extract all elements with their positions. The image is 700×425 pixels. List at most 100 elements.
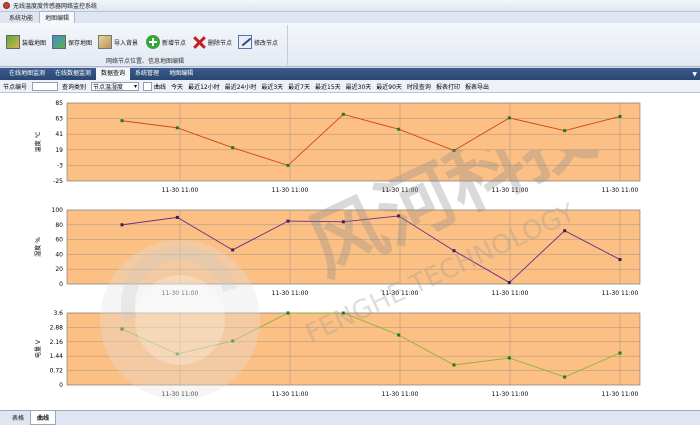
query-type-value: 节点温湿度 [93,83,124,91]
temperature-y-tick: 63 [55,116,63,123]
temperature-x-tick: 11-30 11:00 [602,187,639,194]
tab-online-data[interactable]: 在线数据监测 [50,68,96,80]
range-3d[interactable]: 最近3天 [261,82,283,91]
temperature-y-tick: 41 [55,131,63,138]
humidity-x-tick: 11-30 11:00 [602,290,639,297]
app-icon [3,2,10,9]
charts-area: 85 63 41 19 -3 -25 11-30 11:00 11-30 11:00 11-30… [0,93,700,410]
custom-range-button[interactable]: 时段查询 [407,82,431,91]
humidity-point-0 [120,223,124,227]
bottom-tabs: 表格 曲线 [0,410,700,425]
save-map-button[interactable]: 保存地图 [52,30,92,54]
voltage-y-tick: 2.88 [50,324,64,331]
edit-icon [238,35,252,49]
humidity-x-tick: 11-30 11:00 [272,290,309,297]
save-map-label: 保存地图 [68,39,93,47]
temperature-y-tick: -3 [57,162,63,169]
humidity-y-tick: 40 [55,251,63,258]
temperature-point-9 [618,114,622,118]
voltage-plot-area [66,312,641,386]
voltage-point-2 [231,339,235,343]
temperature-point-0 [120,119,124,123]
humidity-point-9 [618,258,622,262]
sub-tabs: 在线地图监测 在线数据监测 数据查询 系统管理 地图编辑 ▼ [0,68,700,80]
humidity-x-tick: 11-30 11:00 [382,290,419,297]
voltage-y-tick: 0 [59,382,63,389]
window-title: 无线温度度传感器网络监控系统 [13,3,98,10]
range-15d[interactable]: 最近15天 [315,82,341,91]
range-24h[interactable]: 最近24小时 [225,82,257,91]
save-map-icon [52,35,66,49]
humidity-point-2 [231,248,235,252]
humidity-point-3 [286,219,290,223]
map-edit-group: 装载地图 保存地图 导入背景 新增节点 删除节点 修改节点 网络节点位置、信息地… [2,25,288,65]
temperature-point-2 [231,146,235,150]
print-report-button[interactable]: 报表打印 [436,82,460,91]
tab-table[interactable]: 表格 [6,411,30,425]
charts-svg: 85 63 41 19 -3 -25 11-30 11:00 11-30 11:00 11-30… [34,100,641,398]
humidity-point-4 [341,220,345,224]
humidity-point-1 [175,215,179,219]
tab-online-map[interactable]: 在线地图监测 [4,68,50,80]
voltage-y-tick: 0.72 [50,368,64,375]
temperature-x-tick: 11-30 11:00 [272,187,309,194]
load-map-icon [6,35,20,49]
curve-label: 曲线 [154,83,167,91]
range-7d[interactable]: 最近7天 [288,82,310,91]
temperature-y-label: 温度 ℃ [34,131,42,152]
voltage-x-tick: 11-30 11:00 [162,391,199,398]
temperature-x-tick: 11-30 11:00 [382,187,419,194]
add-node-label: 新增节点 [162,39,187,47]
ribbon-tab-map-edit[interactable]: 地图编辑 [39,11,76,23]
temperature-point-4 [341,112,345,116]
humidity-point-8 [563,229,567,233]
node-number-input[interactable] [32,81,59,91]
temperature-y-tick: 19 [55,147,63,154]
temperature-y-tick: 85 [55,100,63,107]
voltage-point-5 [397,333,401,337]
voltage-x-tick: 11-30 11:00 [492,391,529,398]
range-12h[interactable]: 最近12小时 [188,82,220,91]
voltage-x-tick: 11-30 11:00 [382,391,419,398]
temperature-point-5 [397,127,401,131]
humidity-point-5 [397,214,401,218]
collapse-icon[interactable]: ▼ [692,71,697,78]
load-map-button[interactable]: 装载地图 [6,30,46,54]
ribbon-tabs: 系统功能 地图编辑 [0,11,700,23]
temperature-plot-area [66,102,641,182]
tab-data-query[interactable]: 数据查询 [96,68,131,80]
ribbon-tab-system[interactable]: 系统功能 [4,12,38,23]
tab-map-edit[interactable]: 地图编辑 [164,68,198,80]
range-30d[interactable]: 最近30天 [346,82,372,91]
chevron-down-icon: ▾ [134,82,138,90]
temperature-x-tick: 11-30 11:00 [492,187,529,194]
temperature-point-1 [175,126,179,130]
query-type-select[interactable]: 节点温湿度 ▾ [91,81,140,91]
curve-checkbox[interactable] [143,81,153,91]
edit-node-label: 修改节点 [254,39,279,47]
add-node-button[interactable]: 新增节点 [146,30,186,54]
humidity-y-tick: 80 [55,222,63,229]
humidity-y-tick: 60 [55,237,63,244]
voltage-point-4 [341,311,345,315]
edit-node-button[interactable]: 修改节点 [238,30,278,54]
tab-curve[interactable]: 曲线 [30,411,57,425]
range-today[interactable]: 今天 [171,82,183,91]
range-90d[interactable]: 最近90天 [376,82,402,91]
voltage-y-tick: 2.16 [50,339,64,346]
import-background-icon [98,35,112,49]
humidity-y-tick: 20 [55,266,63,273]
delete-icon [192,35,206,49]
group-caption: 网络节点位置、信息地图编辑 [105,58,184,65]
humidity-y-label: 湿度 % [34,237,42,257]
import-background-button[interactable]: 导入背景 [98,30,138,54]
ribbon: 装载地图 保存地图 导入背景 新增节点 删除节点 修改节点 网络节点位置、信息地… [0,23,700,67]
add-icon [146,35,160,49]
title-bar: 无线温度度传感器网络监控系统 [0,0,700,12]
temperature-point-8 [563,129,567,133]
delete-node-button[interactable]: 删除节点 [192,30,232,54]
export-report-button[interactable]: 报表导出 [465,82,489,91]
tab-system-admin[interactable]: 系统管理 [130,68,164,80]
load-map-label: 装载地图 [22,39,47,47]
temperature-x-tick: 11-30 11:00 [162,187,199,194]
